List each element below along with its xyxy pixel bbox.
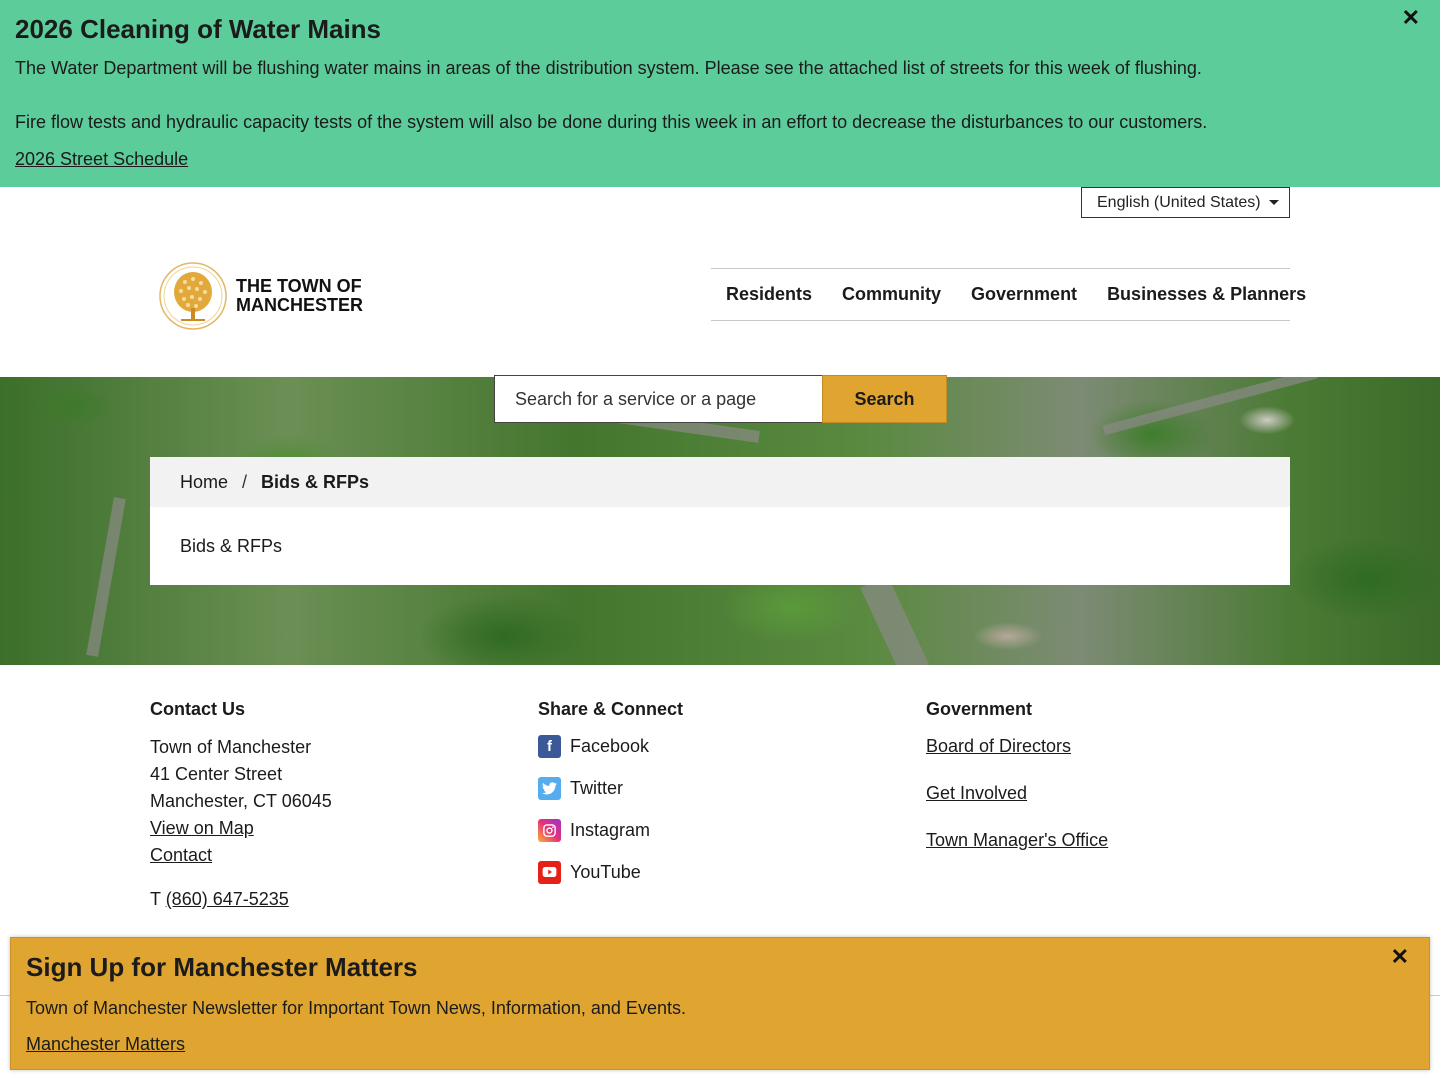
footer-share-heading: Share & Connect	[538, 699, 684, 719]
facebook-icon: f	[538, 734, 561, 758]
instagram-link[interactable]: Instagram	[538, 818, 683, 842]
close-popup-button[interactable]: ✕	[1391, 946, 1409, 968]
youtube-icon	[538, 860, 561, 884]
breadcrumb-separator: /	[242, 471, 248, 492]
contact-name: Town of Manchester	[150, 737, 312, 757]
contact-link[interactable]: Contact	[150, 842, 332, 869]
site-search: Search	[494, 375, 947, 423]
twitter-link[interactable]: Twitter	[538, 776, 683, 800]
language-selected-value: English (United States)	[1097, 194, 1261, 211]
breadcrumb-current: Bids & RFPs	[261, 471, 370, 492]
town-seal-icon	[159, 262, 227, 330]
town-managers-office-link[interactable]: Town Manager's Office	[926, 828, 1108, 852]
alert-banner: 2026 Cleaning of Water Mains The Water D…	[0, 0, 1440, 187]
search-input[interactable]	[494, 375, 822, 423]
language-select[interactable]: English (United States)	[1081, 187, 1290, 218]
nav-item-residents[interactable]: Residents	[726, 284, 812, 305]
manchester-matters-link[interactable]: Manchester Matters	[26, 1034, 185, 1054]
phone-link[interactable]: (860) 647-5235	[166, 889, 289, 909]
content-card: Home / Bids & RFPs Bids & RFPs	[150, 457, 1290, 585]
page-body-text: Bids & RFPs	[180, 536, 283, 556]
youtube-link[interactable]: YouTube	[538, 860, 683, 884]
street-schedule-link[interactable]: 2026 Street Schedule	[15, 149, 188, 169]
footer-government: Government Board of Directors Get Involv…	[926, 698, 1108, 875]
breadcrumb: Home / Bids & RFPs	[150, 457, 1290, 507]
alert-paragraph: Fire flow tests and hydraulic capacity t…	[15, 112, 1208, 132]
popup-text: Town of Manchester Newsletter for Import…	[26, 998, 686, 1018]
main-nav: Residents Community Government Businesse…	[711, 268, 1306, 321]
board-of-directors-link[interactable]: Board of Directors	[926, 734, 1108, 758]
search-button[interactable]: Search	[822, 375, 947, 423]
newsletter-popup: Sign Up for Manchester Matters Town of M…	[10, 937, 1430, 1070]
close-alert-button[interactable]: ✕	[1402, 7, 1420, 29]
twitter-icon	[538, 776, 561, 800]
nav-item-government[interactable]: Government	[971, 284, 1077, 305]
facebook-link[interactable]: f Facebook	[538, 734, 683, 758]
footer-contact-heading: Contact Us	[150, 699, 246, 719]
footer-government-heading: Government	[926, 699, 1033, 719]
caret-down-icon	[1269, 200, 1279, 205]
contact-street: 41 Center Street	[150, 764, 283, 784]
footer-contact: Contact Us Town of Manchester 41 Center …	[150, 698, 332, 910]
phone-line: T (860) 647-5235	[150, 889, 332, 910]
logo-text: THE TOWN OF MANCHESTER	[236, 276, 364, 315]
contact-city: Manchester, CT 06045	[150, 791, 332, 811]
nav-item-businesses-planners[interactable]: Businesses & Planners	[1107, 284, 1306, 305]
alert-paragraph: The Water Department will be flushing wa…	[15, 58, 1202, 78]
instagram-icon	[538, 818, 561, 842]
view-on-map-link[interactable]: View on Map	[150, 815, 332, 842]
phone-prefix: T	[150, 889, 161, 909]
town-logo[interactable]: THE TOWN OF MANCHESTER	[159, 262, 369, 330]
breadcrumb-home-link[interactable]: Home	[180, 472, 228, 493]
popup-title: Sign Up for Manchester Matters	[26, 952, 418, 982]
nav-item-community[interactable]: Community	[842, 284, 941, 305]
footer-share: Share & Connect f Facebook Twitter Insta…	[538, 698, 683, 902]
alert-title: 2026 Cleaning of Water Mains	[15, 14, 382, 44]
get-involved-link[interactable]: Get Involved	[926, 781, 1108, 805]
